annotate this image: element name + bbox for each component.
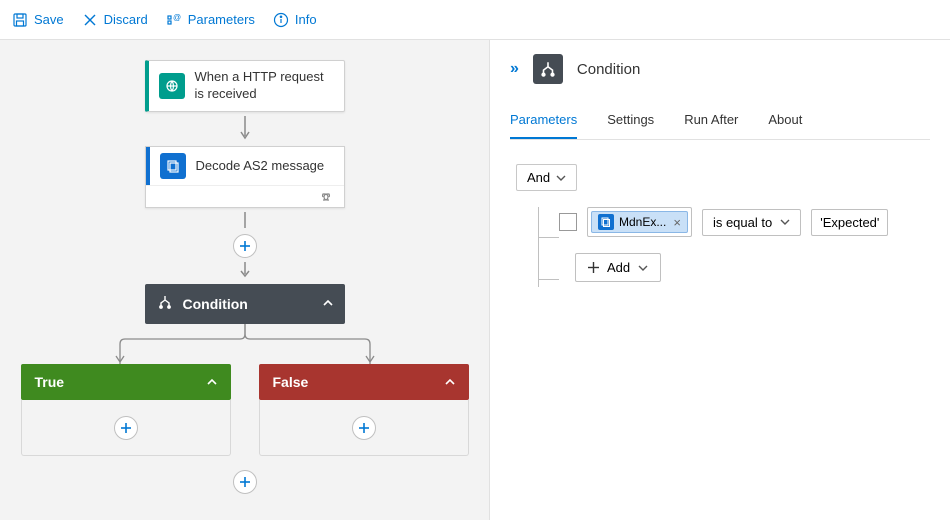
false-label: False <box>273 374 309 390</box>
tab-settings[interactable]: Settings <box>607 106 654 139</box>
details-panel: » Condition Parameters Settings Run Afte… <box>490 40 950 520</box>
arrow-2 <box>0 212 489 230</box>
chevron-up-icon <box>445 374 455 390</box>
token-label: MdnEx... <box>619 215 666 229</box>
dynamic-content-token[interactable]: MdnEx... × <box>591 211 688 233</box>
discard-button[interactable]: Discard <box>82 12 148 28</box>
add-step-button-2[interactable] <box>233 470 257 494</box>
operator-label: is equal to <box>713 215 772 230</box>
tab-run-after[interactable]: Run After <box>684 106 738 139</box>
collapse-chevron-icon[interactable] <box>323 295 333 313</box>
add-condition-button[interactable]: Add <box>575 253 661 282</box>
true-branch: True <box>21 364 231 456</box>
chevron-down-icon <box>780 217 790 227</box>
tab-parameters[interactable]: Parameters <box>510 106 577 139</box>
http-trigger-icon <box>159 73 185 99</box>
condition-checkbox[interactable] <box>559 213 577 231</box>
discard-icon <box>82 12 98 28</box>
plus-icon <box>588 262 599 273</box>
chevron-down-icon <box>556 173 566 183</box>
info-icon <box>273 12 289 28</box>
condition-icon <box>157 294 173 315</box>
panel-collapse-button[interactable]: » <box>510 60 519 78</box>
action-title: Decode AS2 message <box>196 158 325 175</box>
info-button[interactable]: Info <box>273 12 317 28</box>
arrow-3 <box>0 262 489 280</box>
svg-text:@: @ <box>173 13 181 22</box>
false-branch: False <box>259 364 469 456</box>
parameters-button[interactable]: @ Parameters <box>166 12 255 28</box>
true-label: True <box>35 374 65 390</box>
tab-about[interactable]: About <box>768 106 802 139</box>
parameters-label: Parameters <box>188 12 255 27</box>
connection-link-icon[interactable] <box>146 185 344 207</box>
token-remove-button[interactable]: × <box>673 215 681 230</box>
action-node[interactable]: Decode AS2 message <box>145 146 345 208</box>
add-true-action-button[interactable] <box>114 416 138 440</box>
add-false-action-button[interactable] <box>352 416 376 440</box>
save-icon <box>12 12 28 28</box>
logic-operator-select[interactable]: And <box>516 164 577 191</box>
decode-icon <box>160 153 186 179</box>
add-label: Add <box>607 260 630 275</box>
trigger-title: When a HTTP request is received <box>195 69 334 103</box>
add-step-button-1[interactable] <box>233 234 257 258</box>
condition-right-field[interactable]: 'Expected' <box>811 209 888 236</box>
operator-select[interactable]: is equal to <box>702 209 801 236</box>
true-branch-header[interactable]: True <box>21 364 231 400</box>
condition-left-field[interactable]: MdnEx... × <box>587 207 692 237</box>
trigger-node[interactable]: When a HTTP request is received <box>145 60 345 112</box>
condition-node[interactable]: Condition <box>145 284 345 324</box>
workflow-canvas[interactable]: When a HTTP request is received Decode A… <box>0 40 490 520</box>
false-branch-header[interactable]: False <box>259 364 469 400</box>
panel-title: Condition <box>577 61 640 78</box>
condition-title: Condition <box>183 296 248 312</box>
discard-label: Discard <box>104 12 148 27</box>
branch-connector <box>0 324 489 364</box>
chevron-down-icon <box>638 263 648 273</box>
token-icon <box>598 214 614 230</box>
parameters-icon: @ <box>166 12 182 28</box>
save-label: Save <box>34 12 64 27</box>
panel-condition-icon <box>533 54 563 84</box>
toolbar: Save Discard @ Parameters Info <box>0 0 950 40</box>
save-button[interactable]: Save <box>12 12 64 28</box>
arrow-1 <box>0 116 489 142</box>
info-label: Info <box>295 12 317 27</box>
logic-operator-label: And <box>527 170 550 185</box>
chevron-up-icon <box>207 374 217 390</box>
panel-tabs: Parameters Settings Run After About <box>510 106 930 140</box>
